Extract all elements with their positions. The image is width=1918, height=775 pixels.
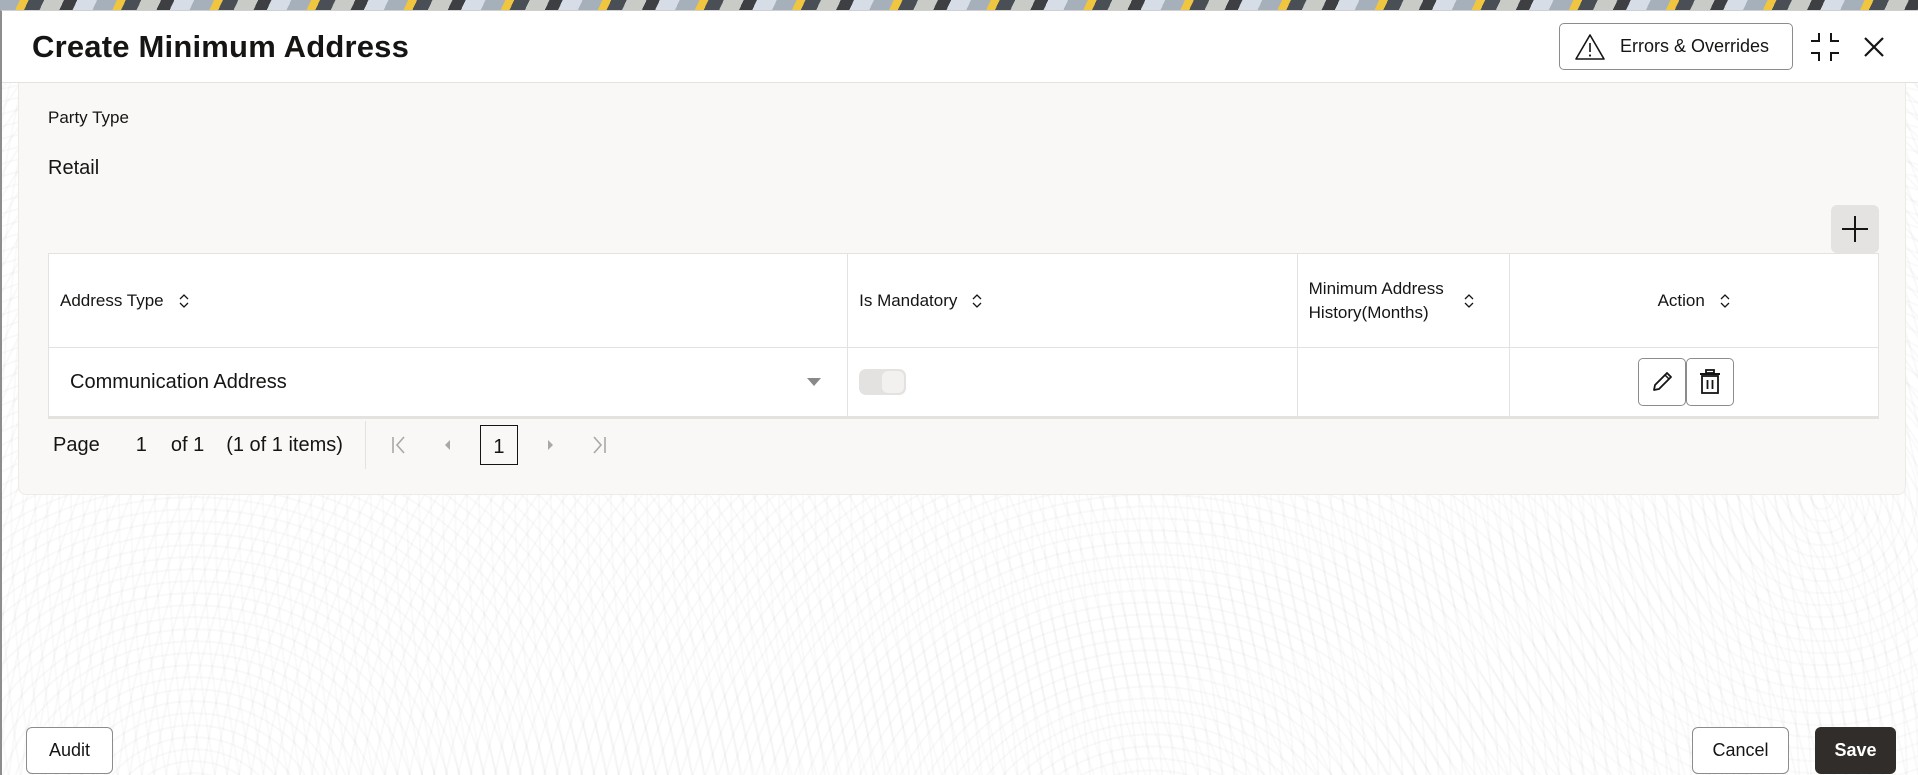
- page-label: Page: [53, 433, 100, 456]
- column-header-action[interactable]: Action: [1510, 254, 1878, 347]
- table-header-row: Address Type Is Mandatory Minimum Addres…: [49, 254, 1878, 348]
- current-page-input[interactable]: 1: [136, 434, 147, 457]
- create-minimum-address-dialog: Create Minimum Address Errors & Override…: [0, 10, 1918, 775]
- audit-button[interactable]: Audit: [26, 727, 113, 774]
- column-header-min-history[interactable]: Minimum Address History(Months): [1298, 254, 1511, 347]
- delete-button[interactable]: [1685, 358, 1734, 406]
- page-title: Create Minimum Address: [32, 29, 410, 64]
- action-cell: [1510, 348, 1878, 416]
- is-mandatory-toggle[interactable]: [859, 369, 907, 395]
- pagination-divider: [364, 421, 366, 469]
- column-header-label: Action: [1657, 290, 1705, 310]
- items-summary: (1 of 1 items): [226, 433, 343, 456]
- compress-button[interactable]: [1808, 30, 1842, 64]
- page-button-1[interactable]: 1: [479, 425, 518, 465]
- party-type-label: Party Type: [48, 108, 129, 127]
- cancel-button[interactable]: Cancel: [1692, 727, 1789, 774]
- toggle-knob: [882, 371, 905, 393]
- dialog-header: Create Minimum Address Errors & Override…: [2, 11, 1918, 83]
- address-type-select[interactable]: Communication Address: [49, 371, 847, 394]
- next-page-button[interactable]: [536, 430, 566, 460]
- sort-icon[interactable]: [971, 292, 983, 310]
- close-button[interactable]: [1860, 33, 1888, 61]
- address-type-cell: Communication Address: [49, 348, 849, 416]
- form-panel: Party Type Retail Address Type Is Mandat…: [18, 83, 1906, 495]
- last-page-icon: [593, 436, 606, 454]
- previous-page-button[interactable]: [432, 430, 462, 460]
- trash-icon: [1699, 369, 1720, 394]
- first-page-icon: [392, 436, 405, 454]
- column-header-address-type[interactable]: Address Type: [49, 254, 849, 347]
- column-header-is-mandatory[interactable]: Is Mandatory: [848, 254, 1298, 347]
- errors-overrides-label: Errors & Overrides: [1620, 36, 1770, 56]
- warning-triangle-icon: [1575, 33, 1605, 60]
- address-type-value: Communication Address: [70, 370, 287, 393]
- address-table: Address Type Is Mandatory Minimum Addres…: [48, 253, 1879, 419]
- next-page-icon: [547, 440, 553, 450]
- chevron-down-icon: [807, 378, 822, 386]
- pagination: Page 1 of 1 (1 of 1 items) 1: [53, 421, 632, 469]
- sort-icon[interactable]: [178, 292, 190, 310]
- sort-icon[interactable]: [1463, 292, 1475, 310]
- errors-overrides-button[interactable]: Errors & Overrides: [1559, 23, 1793, 70]
- save-button[interactable]: Save: [1815, 727, 1896, 774]
- close-icon: [1864, 37, 1884, 57]
- column-header-label: Minimum Address History(Months): [1308, 278, 1444, 322]
- last-page-button[interactable]: [584, 430, 614, 460]
- min-history-cell: [1298, 348, 1511, 416]
- column-header-label: Is Mandatory: [859, 290, 958, 310]
- first-page-button[interactable]: [384, 430, 414, 460]
- is-mandatory-cell: [848, 348, 1298, 416]
- column-header-label: Address Type: [60, 290, 164, 310]
- edit-button[interactable]: [1637, 358, 1686, 406]
- sort-icon[interactable]: [1719, 292, 1731, 310]
- table-row: Communication Address: [49, 348, 1878, 416]
- row-actions: [1637, 358, 1734, 406]
- party-type-value: Retail: [48, 157, 100, 179]
- page-count: of 1: [170, 433, 205, 456]
- plus-icon: [1842, 216, 1868, 242]
- previous-page-icon: [444, 440, 450, 450]
- compress-icon: [1811, 33, 1839, 61]
- pencil-icon: [1652, 372, 1672, 391]
- add-row-button[interactable]: [1831, 205, 1879, 253]
